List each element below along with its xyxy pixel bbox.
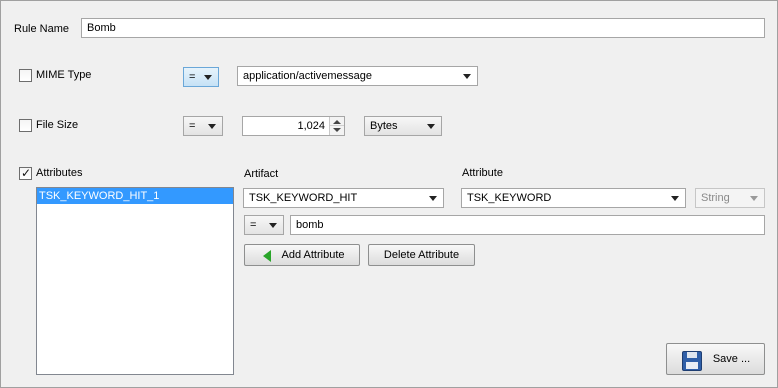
artifact-label: Artifact	[244, 168, 279, 180]
add-attribute-label: Add Attribute	[281, 249, 345, 261]
mime-type-value: application/activemessage	[243, 70, 373, 82]
rule-name-label: Rule Name	[14, 23, 70, 35]
attribute-operator-select[interactable]: =	[244, 215, 284, 235]
file-size-operator-value: =	[189, 120, 196, 132]
delete-attribute-button[interactable]: Delete Attribute	[368, 244, 475, 266]
attributes-label: Attributes	[36, 167, 83, 179]
save-button-label: Save ...	[712, 353, 751, 365]
save-button[interactable]: Save ...	[666, 343, 765, 375]
attribute-label: Attribute	[462, 167, 503, 179]
checkmark-icon: ✓	[21, 166, 32, 180]
file-size-checkbox[interactable]	[19, 119, 32, 132]
chevron-down-icon	[208, 124, 216, 129]
artifact-value: TSK_KEYWORD_HIT	[249, 192, 358, 204]
floppy-disk-icon	[682, 351, 702, 371]
chevron-down-icon	[269, 223, 277, 228]
chevron-down-icon	[204, 75, 212, 80]
mime-type-select[interactable]: application/activemessage	[237, 66, 478, 86]
file-size-label: File Size	[36, 119, 79, 131]
file-size-operator-select[interactable]: =	[183, 116, 223, 136]
attribute-type-select: String	[695, 188, 765, 208]
delete-attribute-label: Delete Attribute	[383, 249, 460, 261]
spinner-down-icon[interactable]	[333, 128, 341, 132]
mime-operator-select[interactable]: =	[183, 67, 219, 87]
chevron-down-icon	[427, 124, 435, 129]
chevron-down-icon	[750, 196, 758, 201]
mime-type-label: MIME Type	[36, 69, 92, 81]
attribute-value: TSK_KEYWORD	[467, 192, 552, 204]
artifact-select[interactable]: TSK_KEYWORD_HIT	[243, 188, 444, 208]
file-size-value: 1,024	[297, 120, 325, 132]
add-attribute-button[interactable]: Add Attribute	[244, 244, 360, 266]
chevron-down-icon	[671, 196, 679, 201]
file-size-spinner[interactable]: 1,024	[242, 116, 345, 136]
attribute-type-value: String	[701, 192, 730, 204]
rule-name-input[interactable]: Bomb	[81, 18, 765, 38]
list-item[interactable]: TSK_KEYWORD_HIT_1	[37, 188, 233, 204]
spinner-up-icon[interactable]	[333, 120, 341, 124]
attribute-operator-value: =	[250, 219, 257, 231]
attributes-checkbox[interactable]: ✓	[19, 166, 32, 180]
rule-editor-panel: Rule Name Bomb MIME Type = application/a…	[0, 0, 778, 388]
attribute-value-input[interactable]: bomb	[290, 215, 765, 235]
mime-type-checkbox[interactable]	[19, 69, 32, 82]
chevron-down-icon	[429, 196, 437, 201]
chevron-down-icon	[463, 74, 471, 79]
mime-operator-value: =	[189, 71, 196, 83]
attributes-list[interactable]: TSK_KEYWORD_HIT_1	[36, 187, 234, 375]
file-size-unit-value: Bytes	[370, 120, 398, 132]
green-arrow-left-icon	[263, 250, 271, 262]
spinner-buttons[interactable]	[329, 117, 344, 135]
attribute-select[interactable]: TSK_KEYWORD	[461, 188, 686, 208]
file-size-unit-select[interactable]: Bytes	[364, 116, 442, 136]
